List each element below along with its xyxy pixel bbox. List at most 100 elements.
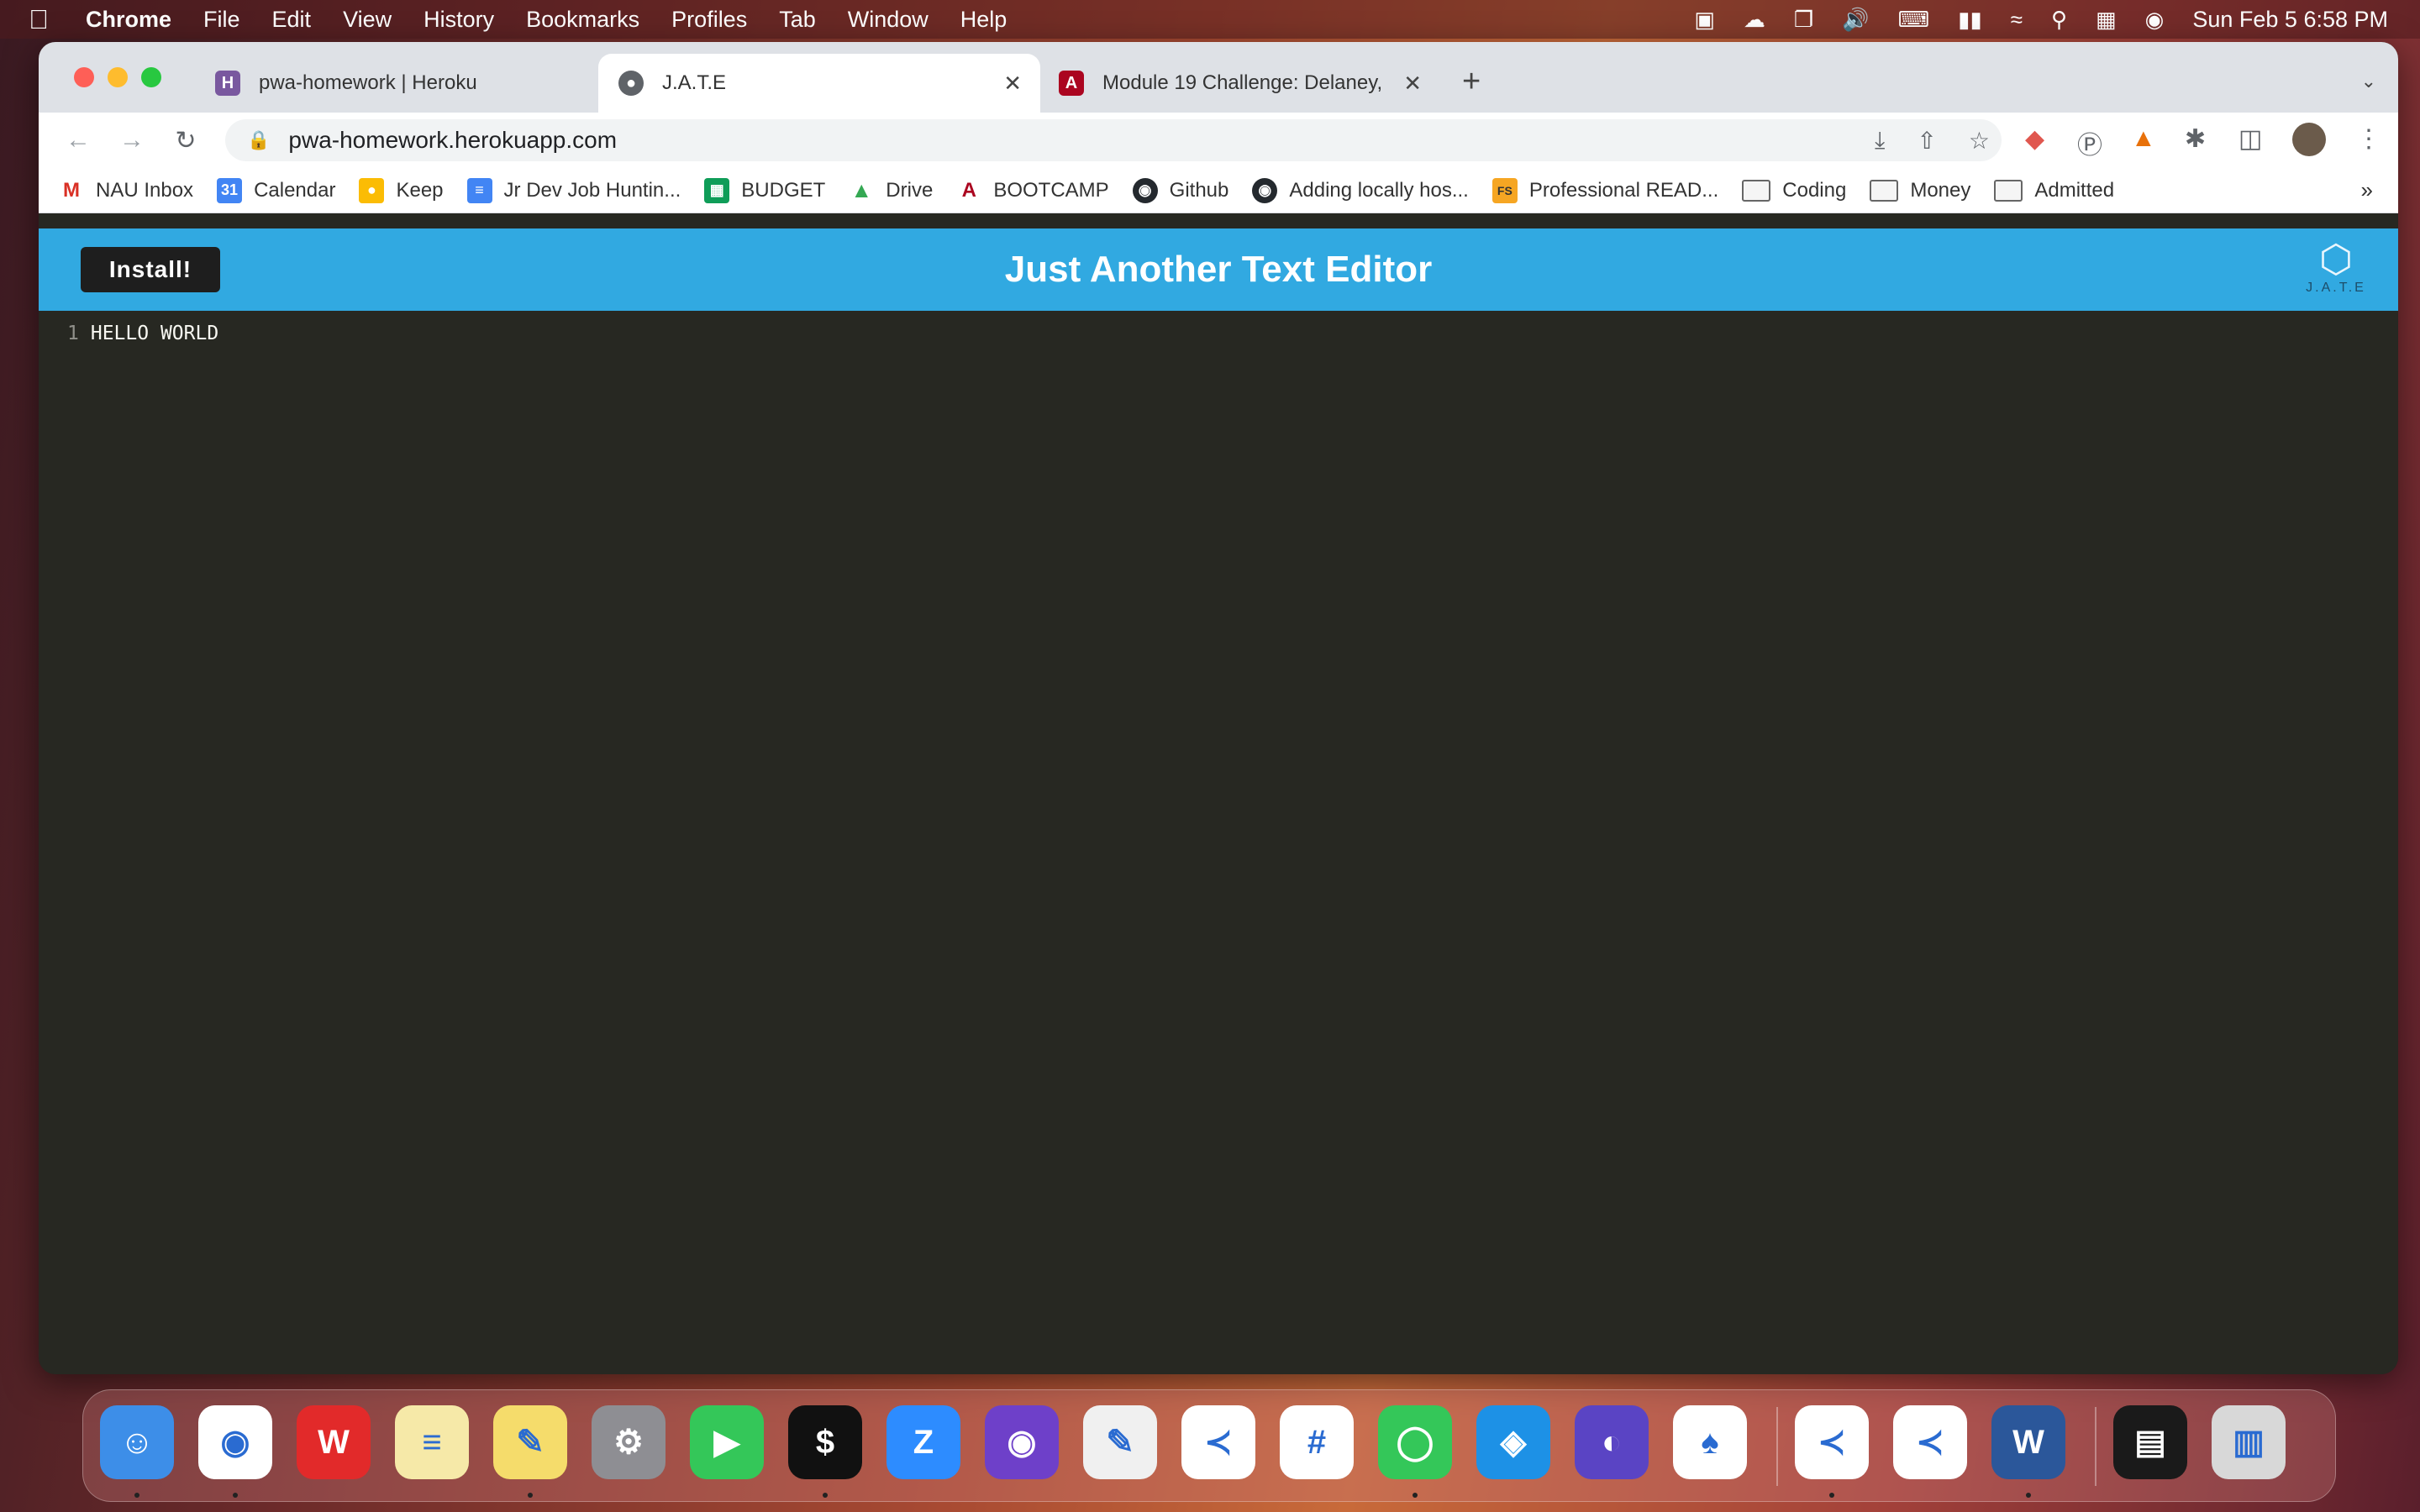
install-app-icon[interactable]: ⤓ (1875, 127, 1885, 155)
back-arrow-icon[interactable]: ← (64, 126, 92, 155)
close-tab-icon[interactable]: ✕ (1003, 71, 1022, 97)
bookmark-label: Admitted (2034, 178, 2115, 202)
vscode-icon[interactable]: ≺ (1181, 1405, 1255, 1479)
line-text[interactable]: HELLO WORLD (91, 323, 218, 344)
word-icon[interactable]: W (1991, 1405, 2065, 1479)
apple-icon[interactable]:  (29, 4, 67, 35)
profile-avatar[interactable] (2292, 123, 2326, 156)
notes-icon[interactable]: ≡ (395, 1405, 469, 1479)
extension-badge-icon[interactable]: ◆ (2025, 124, 2044, 154)
install-button[interactable]: Install! (81, 247, 220, 292)
reload-icon[interactable]: ↻ (171, 126, 200, 155)
spotlight-search-icon[interactable]: ⚲ (2051, 7, 2067, 33)
siri-icon[interactable]: ◉ (2145, 7, 2165, 33)
battery-icon[interactable]: ▮▮ (1958, 7, 1982, 33)
close-tab-icon[interactable]: ✕ (1403, 71, 1422, 97)
line-number: 1 (67, 323, 79, 344)
address-url[interactable]: pwa-homework.herokuapp.com (288, 127, 617, 154)
running-indicator (233, 1493, 238, 1498)
side-panel-icon[interactable]: ◫ (2238, 124, 2262, 154)
puzzle-extensions-icon[interactable]: ✱ (2185, 124, 2206, 154)
textedit-icon[interactable]: ✎ (1083, 1405, 1157, 1479)
mongodb-compass-icon[interactable]: ♠ (1673, 1405, 1747, 1479)
system-preferences-icon[interactable]: ⚙ (592, 1405, 666, 1479)
more-bookmarks-chevron-icon[interactable]: » (2361, 177, 2373, 203)
bookmark-folder-admitted[interactable]: Admitted (1994, 179, 2114, 202)
browser-window: H pwa-homework | Heroku ✕ ● J.A.T.E ✕ A … (39, 42, 2398, 1374)
menu-view[interactable]: View (343, 7, 392, 33)
editor-line[interactable]: 1 HELLO WORLD (67, 323, 218, 344)
wifi-icon[interactable]: ≈ (2011, 7, 2023, 33)
zoom-icon[interactable]: Z (886, 1405, 960, 1479)
bookmark-star-icon[interactable]: ☆ (1969, 127, 1990, 155)
backup-icon[interactable]: ☁ (1744, 7, 1765, 33)
running-indicator (134, 1493, 139, 1498)
trash-icon[interactable]: ▥ (2212, 1405, 2286, 1479)
menu-history[interactable]: History (424, 7, 494, 33)
menu-window[interactable]: Window (848, 7, 929, 33)
bookmark-github[interactable]: ◉ Github (1132, 177, 1228, 203)
wps-icon[interactable]: W (297, 1405, 371, 1479)
menu-clock[interactable]: Sun Feb 5 6:58 PM (2192, 7, 2388, 33)
drive-icon: ▲ (850, 177, 873, 202)
stickies-icon[interactable]: ✎ (493, 1405, 567, 1479)
menu-bookmarks[interactable]: Bookmarks (526, 7, 639, 33)
chrome-icon[interactable]: ◉ (198, 1405, 272, 1479)
menu-app-name[interactable]: Chrome (86, 7, 171, 33)
share-icon[interactable]: ⇧ (1917, 127, 1936, 155)
tab-module-19[interactable]: A Module 19 Challenge: Delaney, ✕ (1040, 54, 1440, 113)
menu-edit[interactable]: Edit (272, 7, 312, 33)
slack-icon[interactable]: # (1280, 1405, 1354, 1479)
new-tab-button[interactable]: + (1462, 64, 1481, 100)
github-desktop-icon[interactable]: ◉ (985, 1405, 1059, 1479)
tab-search-chevron-icon[interactable]: ⌄ (2361, 71, 2376, 92)
minimize-window-button[interactable] (108, 67, 128, 87)
bookmark-bootcamp[interactable]: A BOOTCAMP (956, 178, 1109, 203)
keyboard-icon[interactable]: ⌨ (1898, 7, 1930, 33)
menu-help[interactable]: Help (960, 7, 1007, 33)
zoom-window-button[interactable] (141, 67, 161, 87)
volume-icon[interactable]: 🔊 (1842, 7, 1869, 33)
menu-profiles[interactable]: Profiles (671, 7, 747, 33)
display-icon[interactable]: ❐ (1794, 7, 1813, 33)
bookmark-drive[interactable]: ▲ Drive (849, 177, 933, 203)
tab-jate[interactable]: ● J.A.T.E ✕ (598, 54, 1040, 113)
terminal-icon[interactable]: $ (788, 1405, 862, 1479)
running-indicator (823, 1493, 828, 1498)
vscode-icon[interactable]: ≺ (1893, 1405, 1967, 1479)
jate-logo-text: J.A.T.E (2306, 281, 2366, 295)
lock-icon[interactable]: 🔒 (247, 129, 270, 151)
menu-tab[interactable]: Tab (779, 7, 816, 33)
wordpress-extension-icon[interactable]: Ⓟ (2077, 124, 2102, 161)
kebab-menu-icon[interactable]: ⋮ (2356, 124, 2381, 154)
bookmark-professional-readme[interactable]: FS Professional READ... (1491, 177, 1718, 203)
screen-mirror-icon[interactable]: ▣ (1694, 7, 1715, 33)
control-center-icon[interactable]: ▦ (2096, 7, 2117, 33)
menu-file[interactable]: File (203, 7, 240, 33)
address-bar[interactable]: 🔒 pwa-homework.herokuapp.com ⤓ ⇧ ☆ (225, 119, 2002, 161)
dock-separator (2095, 1407, 2096, 1486)
bookmark-label: Adding locally hos... (1289, 178, 1469, 202)
bookmark-calendar[interactable]: 31 Calendar (217, 177, 335, 203)
facetime-icon[interactable]: ▶ (690, 1405, 764, 1479)
window-preview-icon[interactable]: ▤ (2113, 1405, 2187, 1479)
docker-icon[interactable]: ◈ (1476, 1405, 1550, 1479)
finder-icon[interactable]: ☺ (100, 1405, 174, 1479)
close-window-button[interactable] (74, 67, 94, 87)
bookmark-adding-locally[interactable]: ◉ Adding locally hos... (1252, 177, 1469, 203)
bookmark-folder-money[interactable]: Money (1870, 179, 1970, 202)
code-editor[interactable]: 1 HELLO WORLD (39, 311, 2398, 1374)
cleanshot-icon[interactable]: ◐ (1575, 1405, 1649, 1479)
forward-arrow-icon[interactable]: → (118, 126, 146, 155)
vscode-icon[interactable]: ≺ (1795, 1405, 1869, 1479)
lighthouse-extension-icon[interactable]: ▲ (2131, 124, 2156, 153)
bookmark-label: NAU Inbox (96, 178, 194, 202)
bookmark-folder-coding[interactable]: Coding (1742, 179, 1846, 202)
github-icon: ◉ (1252, 177, 1278, 203)
bookmark-jr-dev-job[interactable]: ≡ Jr Dev Job Huntin... (466, 177, 681, 203)
tab-heroku[interactable]: H pwa-homework | Heroku ✕ (215, 54, 635, 113)
bookmark-budget[interactable]: ▦ BUDGET (704, 177, 825, 203)
messages-icon[interactable]: ◯ (1378, 1405, 1452, 1479)
bookmark-keep[interactable]: ● Keep (359, 177, 444, 203)
bookmark-nau-inbox[interactable]: M NAU Inbox (59, 178, 193, 203)
